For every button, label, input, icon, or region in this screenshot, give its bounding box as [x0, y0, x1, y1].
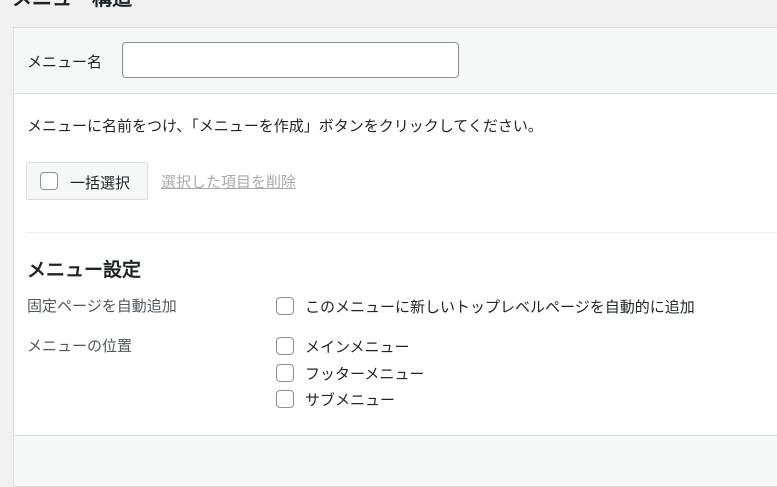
delete-selected-link[interactable]: 選択した項目を削除	[161, 171, 296, 192]
instructions-text: メニューに名前をつけ、「メニューを作成」ボタンをクリックしてください。	[27, 117, 543, 135]
section-divider	[26, 232, 777, 233]
location-footer-checkbox[interactable]	[276, 364, 294, 382]
bulk-select-button[interactable]: 一括選択	[26, 162, 148, 200]
page-heading: メニュー構造	[12, 0, 132, 10]
menu-name-header: メニュー名	[14, 28, 777, 94]
menu-locations-label: メニューの位置	[27, 337, 133, 355]
location-main-checkbox[interactable]	[276, 337, 294, 355]
auto-add-pages-option-label[interactable]: このメニューに新しいトップレベルページを自動的に追加	[305, 296, 695, 317]
auto-add-pages-checkbox[interactable]	[276, 297, 294, 315]
menu-settings-title: メニュー設定	[27, 259, 142, 281]
menu-name-label: メニュー名	[27, 53, 103, 71]
location-sub-label[interactable]: サブメニュー	[305, 389, 395, 410]
menu-name-input[interactable]	[122, 42, 459, 78]
location-sub-checkbox[interactable]	[276, 390, 294, 408]
location-footer-label[interactable]: フッターメニュー	[305, 363, 424, 384]
bulk-select-label: 一括選択	[70, 174, 131, 192]
menu-structure-panel: メニュー名 メニューに名前をつけ、「メニューを作成」ボタンをクリックしてください…	[13, 27, 777, 487]
auto-add-pages-label: 固定ページを自動追加	[27, 297, 177, 315]
panel-footer	[14, 435, 777, 486]
bulk-select-checkbox[interactable]	[40, 172, 58, 190]
location-main-label[interactable]: メインメニュー	[305, 336, 410, 357]
